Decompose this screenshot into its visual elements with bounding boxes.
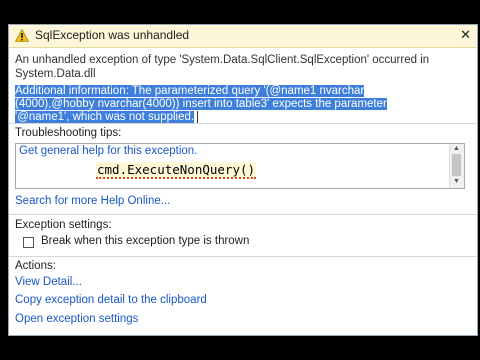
troubleshooting-tips-list[interactable]: Get general help for this exception. cmd… [15,143,465,189]
open-exception-settings-link[interactable]: Open exception settings [15,313,138,325]
additional-info-line-2: (4000),@hobby nvarchar(4000)) insert int… [15,98,387,110]
vertical-scrollbar[interactable]: ▲ ▼ [449,144,464,188]
scroll-thumb[interactable] [452,154,461,176]
copy-exception-detail-link[interactable]: Copy exception detail to the clipboard [15,294,207,306]
search-help-online-link[interactable]: Search for more Help Online... [15,195,170,207]
code-snippet: cmd.ExecuteNonQuery() [96,162,257,179]
dialog-title: SqlException was unhandled [35,28,190,42]
view-detail-link[interactable]: View Detail... [15,276,82,288]
divider [9,123,477,124]
text-cursor [197,111,199,123]
break-on-exception-checkbox[interactable] [23,237,34,248]
additional-information: Additional information: The parameterize… [15,85,475,124]
close-button[interactable]: ✕ [460,28,471,42]
exception-assistant-dialog: SqlException was unhandled ✕ An unhandle… [8,24,478,336]
dialog-titlebar: SqlException was unhandled ✕ [9,25,477,48]
warning-icon [15,29,29,42]
break-on-exception-label[interactable]: Break when this exception type is thrown [41,235,249,247]
exception-description: An unhandled exception of type 'System.D… [15,54,430,80]
scroll-down-icon[interactable]: ▼ [453,178,460,185]
additional-info-line-3: '@name1', which was not supplied. [15,111,195,124]
tip-link-general-help[interactable]: Get general help for this exception. [19,145,197,157]
divider [9,214,477,215]
divider [9,256,477,257]
actions-heading: Actions: [15,260,56,272]
additional-info-line-1: Additional information: The parameterize… [15,85,365,97]
exception-settings-heading: Exception settings: [15,219,112,231]
scroll-up-icon[interactable]: ▲ [453,145,460,152]
troubleshooting-heading: Troubleshooting tips: [15,127,122,139]
